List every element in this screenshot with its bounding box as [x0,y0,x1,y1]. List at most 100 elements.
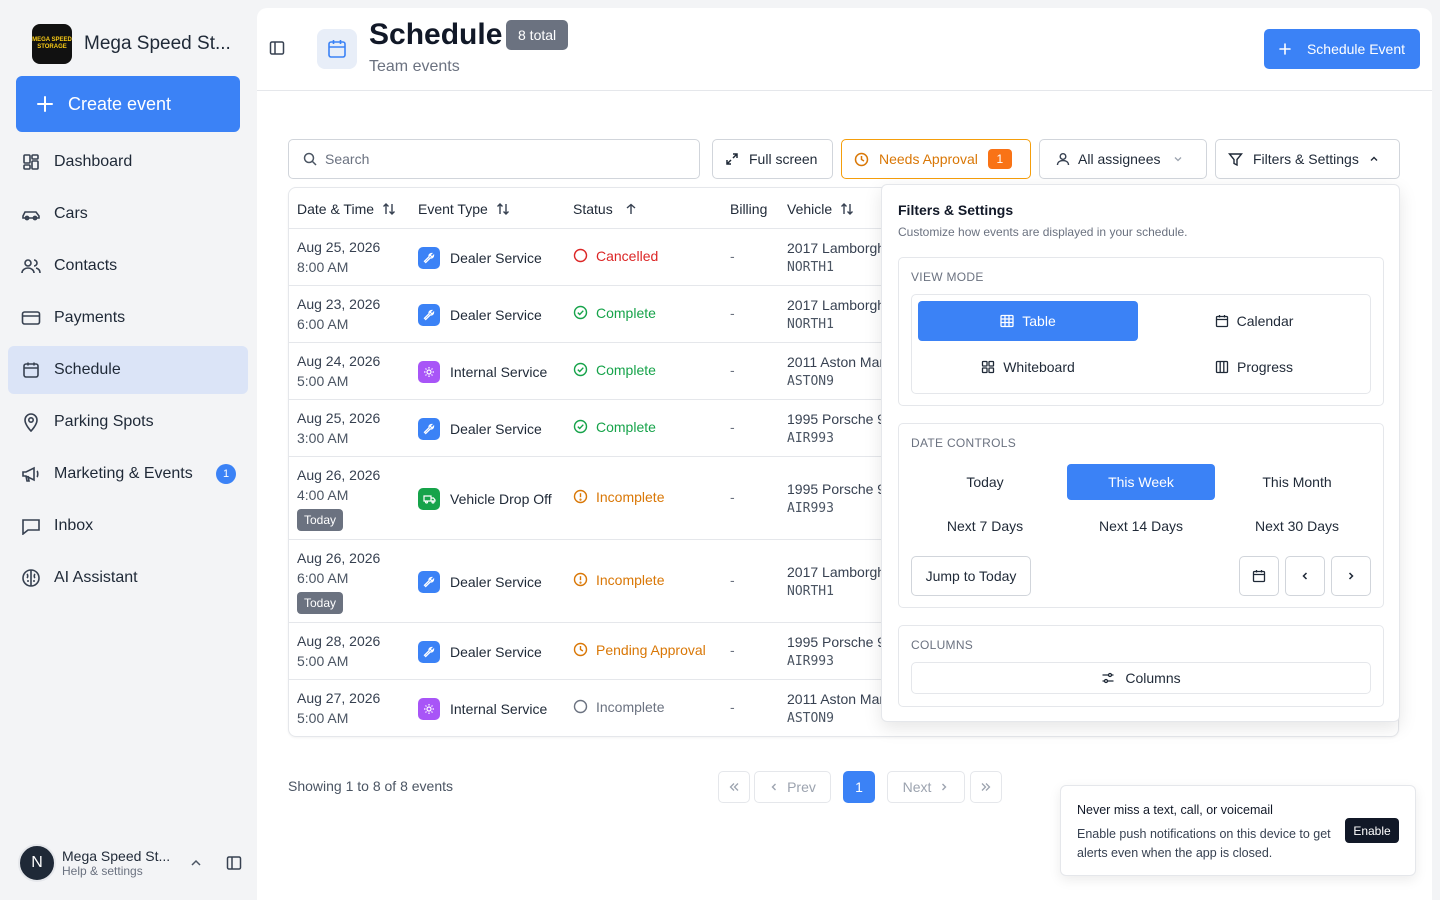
date-range-this-month[interactable]: This Month [1223,464,1371,500]
page-title: Schedule [369,18,503,51]
date-range-this-week[interactable]: This Week [1067,464,1215,500]
view-mode-whiteboard[interactable]: Whiteboard [918,347,1138,387]
last-page-button[interactable] [970,771,1002,803]
vehicle-cell: 2017 Lamborghini NORTH1 [787,562,881,602]
vehicle-plate: NORTH1 [787,316,834,332]
count-badge: 8 total [506,20,569,50]
view-mode-table[interactable]: Table [918,301,1138,341]
search-icon [303,152,317,166]
vehicle-cell: 2017 Lamborghini NORTH1 [787,295,881,335]
date-cell: Aug 27, 2026 5:00 AM [297,688,380,728]
status-cell: Incomplete [573,699,664,715]
vehicle-name: 1995 Porsche 993 [787,410,881,427]
sidebar-item-parking-spots[interactable]: Parking Spots [8,398,248,446]
event-type-cell: Dealer Service [418,417,542,440]
sidebar-item-inbox[interactable]: Inbox [8,502,248,550]
event-time: 5:00 AM [297,710,349,726]
sort-icon [840,202,854,216]
next-page-button[interactable]: Next [887,771,965,803]
filter-icon [1228,152,1243,167]
date-range-next-30-days[interactable]: Next 30 Days [1223,508,1371,544]
sidebar-item-dashboard[interactable]: Dashboard [8,138,248,186]
date-range-next-14-days[interactable]: Next 14 Days [1067,508,1215,544]
sidebar-item-cars[interactable]: Cars [8,190,248,238]
columns-icon [1215,360,1229,374]
vehicle-name: 1995 Porsche 993 [787,633,881,650]
column-label: Vehicle [787,200,833,217]
panel-title: Filters & Settings [898,202,1014,218]
date-picker-button[interactable] [1239,556,1279,596]
date-cell: Aug 25, 2026 3:00 AM [297,408,380,448]
fullscreen-label: Full screen [749,151,818,167]
create-event-button[interactable]: Create event [16,76,240,132]
sidebar-item-payments[interactable]: Payments [8,294,248,342]
previous-period-button[interactable] [1285,556,1325,596]
calendar-icon [317,29,357,69]
event-type-label: Internal Service [450,363,548,380]
status-label: Cancelled [596,247,659,264]
collapse-sidebar-icon[interactable] [226,855,242,871]
fullscreen-button[interactable]: Full screen [712,139,833,179]
column-header-status[interactable]: Status [573,188,637,229]
circle-icon [573,699,588,714]
check-circle-icon [573,305,588,320]
column-header-event-type[interactable]: Event Type [418,188,510,229]
event-date: Aug 26, 2026 [297,467,381,483]
vehicle-name: 2011 Aston Martin [787,353,881,370]
next-period-button[interactable] [1331,556,1371,596]
schedule-event-button[interactable]: Schedule Event [1264,29,1420,69]
user-menu[interactable]: N Mega Speed St... Help & settings [18,842,248,884]
event-type-cell: Dealer Service [418,570,542,593]
sidebar-toggle-icon[interactable] [269,40,287,58]
view-mode-label: Progress [1236,359,1294,375]
wrench-icon [418,417,440,440]
brand[interactable]: MEGA SPEED STORAGE Mega Speed St... [32,24,231,64]
sort-icon [382,202,396,216]
sidebar-item-label: Contacts [54,257,118,274]
calendar-icon [1252,569,1266,583]
previous-page-button[interactable]: Prev [754,771,831,803]
enable-notifications-button[interactable]: Enable [1345,818,1399,843]
sidebar-item-schedule[interactable]: Schedule [8,346,248,394]
assignees-dropdown[interactable]: All assignees [1039,139,1207,179]
event-date: Aug 27, 2026 [297,690,381,706]
column-header-vehicle[interactable]: Vehicle [787,188,854,229]
megaphone-icon [21,464,41,484]
view-mode-progress[interactable]: Progress [1144,347,1364,387]
first-page-button[interactable] [718,771,750,803]
wrench-icon [418,246,440,269]
columns-button[interactable]: Columns [911,662,1371,694]
needs-approval-button[interactable]: Needs Approval 1 [841,139,1031,179]
vehicle-cell: 1995 Porsche 993 AIR993 [787,632,881,672]
sidebar-item-label: Dashboard [54,153,133,170]
user-subtitle: Help & settings [62,864,143,878]
needs-approval-label: Needs Approval [879,151,978,167]
jump-to-today-button[interactable]: Jump to Today [911,556,1031,596]
search-box[interactable] [288,139,700,179]
billing-cell: - [730,247,735,264]
brand-logo: MEGA SPEED STORAGE [32,24,72,64]
column-header-billing[interactable]: Billing [730,188,767,229]
date-range-next-7-days[interactable]: Next 7 Days [911,508,1059,544]
view-mode-calendar[interactable]: Calendar [1144,301,1364,341]
filters-settings-button[interactable]: Filters & Settings [1215,139,1400,179]
sidebar-item-ai-assistant[interactable]: AI Assistant [8,554,248,602]
sidebar-item-contacts[interactable]: Contacts [8,242,248,290]
contacts-icon [21,256,41,276]
chevron-up-icon[interactable] [190,857,202,869]
status-label: Incomplete [596,698,665,715]
sort-icon [496,202,510,216]
chevrons-right-icon [980,781,992,793]
column-header-date-time[interactable]: Date & Time [297,188,396,229]
search-input[interactable] [325,151,685,167]
vehicle-name: 2017 Lamborghini [787,296,881,313]
page-1-button[interactable]: 1 [843,771,875,803]
toast-title: Never miss a text, call, or voicemail [1077,803,1273,817]
date-range-today[interactable]: Today [911,464,1059,500]
circle-icon [573,248,588,263]
column-label: Status [573,200,613,217]
page-header: Schedule 8 total Team events Schedule Ev… [257,8,1432,91]
sidebar-item-marketing-events[interactable]: Marketing & Events 1 [8,450,248,498]
status-label: Incomplete [596,571,665,588]
today-badge: Today [297,592,344,614]
